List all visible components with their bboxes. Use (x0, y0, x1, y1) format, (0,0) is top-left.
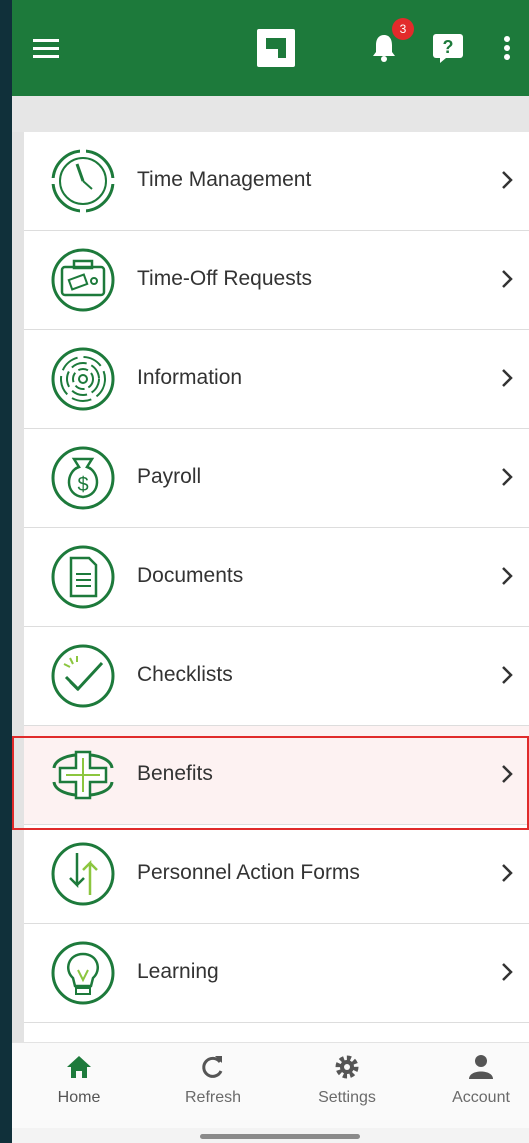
svg-text:?: ? (443, 37, 454, 57)
app-screen: 3 ? Time Management Time-Off Requests In… (12, 0, 529, 1143)
menu-item-label: Learning (137, 960, 219, 983)
checkmark-icon (51, 644, 115, 708)
chevron-right-icon (502, 468, 513, 486)
menu-item-label: Benefits (137, 762, 213, 785)
header-spacer (12, 96, 529, 132)
menu-item-benefits[interactable]: Benefits (24, 726, 529, 825)
nav-settings-label: Settings (318, 1089, 376, 1106)
chevron-right-icon (502, 963, 513, 981)
home-icon (67, 1056, 91, 1078)
top-app-bar: 3 ? (12, 0, 529, 96)
menu-item-documents[interactable]: Documents (24, 528, 529, 627)
nav-settings[interactable]: Settings (292, 1053, 402, 1123)
menu-item-label: Time-Off Requests (137, 267, 313, 290)
document-icon (51, 545, 115, 609)
menu-item-time-management[interactable]: Time Management (24, 132, 529, 231)
up-down-arrows-icon (51, 842, 115, 906)
chevron-right-icon (502, 171, 513, 189)
person-icon (469, 1055, 493, 1079)
nav-account[interactable]: Account (426, 1053, 529, 1123)
suitcase-icon (51, 248, 115, 312)
chevron-right-icon (502, 864, 513, 882)
menu-item-label: Checklists (137, 663, 233, 686)
chevron-right-icon (502, 765, 513, 783)
chevron-right-icon (502, 666, 513, 684)
fingerprint-icon (51, 347, 115, 411)
notification-badge: 3 (392, 18, 414, 40)
gesture-home-bar[interactable] (200, 1134, 360, 1139)
menu-item-checklists[interactable]: Checklists (24, 627, 529, 726)
menu-item-learning[interactable]: Learning (24, 924, 529, 1023)
menu-item-personnel-action-forms[interactable]: Personnel Action Forms (24, 825, 529, 924)
nav-home-label: Home (57, 1089, 101, 1106)
chevron-right-icon (502, 567, 513, 585)
menu-item-label: Documents (137, 564, 244, 587)
refresh-icon (202, 1056, 223, 1078)
menu-item-payroll[interactable]: $ Payroll (24, 429, 529, 528)
medical-cross-icon (52, 750, 114, 800)
menu-item-label: Payroll (137, 465, 202, 488)
clock-icon (51, 149, 115, 213)
menu-item-label: Information (137, 366, 243, 389)
menu-item-label: Time Management (137, 168, 312, 191)
money-bag-icon: $ (51, 446, 115, 510)
menu-item-time-off-requests[interactable]: Time-Off Requests (24, 231, 529, 330)
menu-list: Time Management Time-Off Requests Inform… (24, 132, 529, 1042)
list-gutter (12, 132, 24, 1042)
lightbulb-icon (51, 941, 115, 1005)
nav-account-label: Account (452, 1089, 510, 1106)
more-vertical-icon[interactable] (492, 28, 522, 68)
device-edge (0, 0, 12, 1143)
menu-item-information[interactable]: Information (24, 330, 529, 429)
chevron-right-icon (502, 270, 513, 288)
menu-item-label: Personnel Action Forms (137, 861, 360, 884)
nav-refresh-label: Refresh (184, 1089, 242, 1106)
help-icon[interactable]: ? (428, 28, 468, 68)
paylocity-logo-icon[interactable] (256, 28, 296, 68)
gear-icon (335, 1055, 359, 1079)
bottom-navigation: Home Refresh Settings Account (12, 1042, 529, 1128)
svg-text:$: $ (77, 474, 88, 496)
nav-refresh[interactable]: Refresh (158, 1053, 268, 1123)
nav-home[interactable]: Home (24, 1053, 134, 1123)
hamburger-icon[interactable] (26, 28, 66, 68)
chevron-right-icon (502, 369, 513, 387)
